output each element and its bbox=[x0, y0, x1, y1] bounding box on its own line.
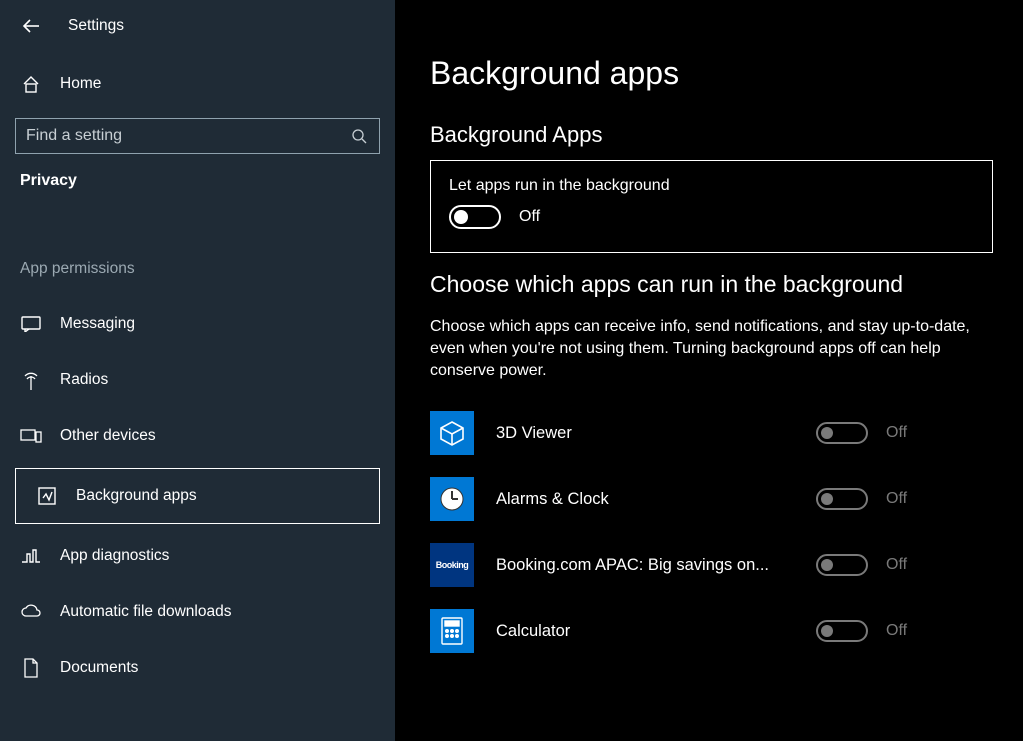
search-icon bbox=[349, 128, 369, 144]
diagnostics-icon bbox=[20, 548, 42, 564]
sidebar: Settings Home Find a setting Privacy App… bbox=[0, 0, 395, 741]
section-heading-choose-apps: Choose which apps can run in the backgro… bbox=[430, 271, 993, 298]
message-icon bbox=[20, 316, 42, 332]
background-apps-icon bbox=[36, 486, 58, 506]
app-name: Alarms & Clock bbox=[496, 490, 816, 509]
devices-icon bbox=[20, 428, 42, 444]
document-icon bbox=[20, 658, 42, 678]
toggle-switch-icon bbox=[816, 488, 868, 510]
sidebar-item-background-apps[interactable]: Background apps bbox=[15, 468, 380, 524]
section-heading-background-apps: Background Apps bbox=[430, 122, 993, 148]
app-toggle[interactable]: Off bbox=[816, 422, 907, 444]
app-name: Booking.com APAC: Big savings on... bbox=[496, 556, 816, 575]
master-toggle-box: Let apps run in the background Off bbox=[430, 160, 993, 253]
sidebar-item-label: Radios bbox=[60, 371, 108, 389]
sidebar-item-label: Automatic file downloads bbox=[60, 603, 231, 621]
app-toggle-state: Off bbox=[886, 622, 907, 640]
sidebar-item-documents[interactable]: Documents bbox=[0, 640, 395, 696]
app-row-calculator: Calculator Off bbox=[430, 598, 993, 664]
sidebar-item-app-diagnostics[interactable]: App diagnostics bbox=[0, 528, 395, 584]
app-toggle-state: Off bbox=[886, 556, 907, 574]
sidebar-item-label: Messaging bbox=[60, 315, 135, 333]
sidebar-item-label: Documents bbox=[60, 659, 138, 677]
app-title: Settings bbox=[68, 17, 124, 35]
cloud-download-icon bbox=[20, 604, 42, 620]
home-label: Home bbox=[60, 75, 101, 93]
sidebar-item-label: Background apps bbox=[76, 487, 197, 505]
toggle-switch-icon bbox=[816, 554, 868, 576]
clock-icon bbox=[430, 477, 474, 521]
app-name: 3D Viewer bbox=[496, 424, 816, 443]
app-toggle[interactable]: Off bbox=[816, 488, 907, 510]
app-toggle-state: Off bbox=[886, 490, 907, 508]
master-toggle-state: Off bbox=[519, 208, 540, 226]
home-icon bbox=[20, 74, 42, 94]
app-row-3d-viewer: 3D Viewer Off bbox=[430, 400, 993, 466]
app-toggle[interactable]: Off bbox=[816, 554, 907, 576]
app-toggle-state: Off bbox=[886, 424, 907, 442]
master-toggle[interactable]: Off bbox=[449, 205, 540, 229]
app-name: Calculator bbox=[496, 622, 816, 641]
sidebar-item-other-devices[interactable]: Other devices bbox=[0, 408, 395, 464]
master-toggle-label: Let apps run in the background bbox=[449, 177, 974, 195]
app-toggle[interactable]: Off bbox=[816, 620, 907, 642]
permissions-label: App permissions bbox=[0, 260, 395, 278]
calculator-icon bbox=[430, 609, 474, 653]
back-arrow-icon[interactable] bbox=[20, 15, 42, 37]
booking-icon: Booking bbox=[430, 543, 474, 587]
sidebar-item-home[interactable]: Home bbox=[0, 65, 395, 103]
sidebar-item-messaging[interactable]: Messaging bbox=[0, 296, 395, 352]
app-row-alarms-clock: Alarms & Clock Off bbox=[430, 466, 993, 532]
sidebar-item-radios[interactable]: Radios bbox=[0, 352, 395, 408]
section-description: Choose which apps can receive info, send… bbox=[430, 316, 990, 382]
main-content: Background apps Background Apps Let apps… bbox=[395, 0, 1023, 741]
radios-icon bbox=[20, 370, 42, 390]
sidebar-item-auto-downloads[interactable]: Automatic file downloads bbox=[0, 584, 395, 640]
page-title: Background apps bbox=[430, 55, 993, 92]
app-row-booking: Booking Booking.com APAC: Big savings on… bbox=[430, 532, 993, 598]
section-label-privacy: Privacy bbox=[0, 172, 395, 190]
search-input[interactable]: Find a setting bbox=[15, 118, 380, 154]
search-placeholder: Find a setting bbox=[26, 127, 349, 145]
toggle-switch-icon bbox=[449, 205, 501, 229]
sidebar-item-label: Other devices bbox=[60, 427, 156, 445]
toggle-switch-icon bbox=[816, 422, 868, 444]
cube-icon bbox=[430, 411, 474, 455]
sidebar-item-label: App diagnostics bbox=[60, 547, 169, 565]
header-row: Settings bbox=[0, 15, 395, 37]
toggle-switch-icon bbox=[816, 620, 868, 642]
